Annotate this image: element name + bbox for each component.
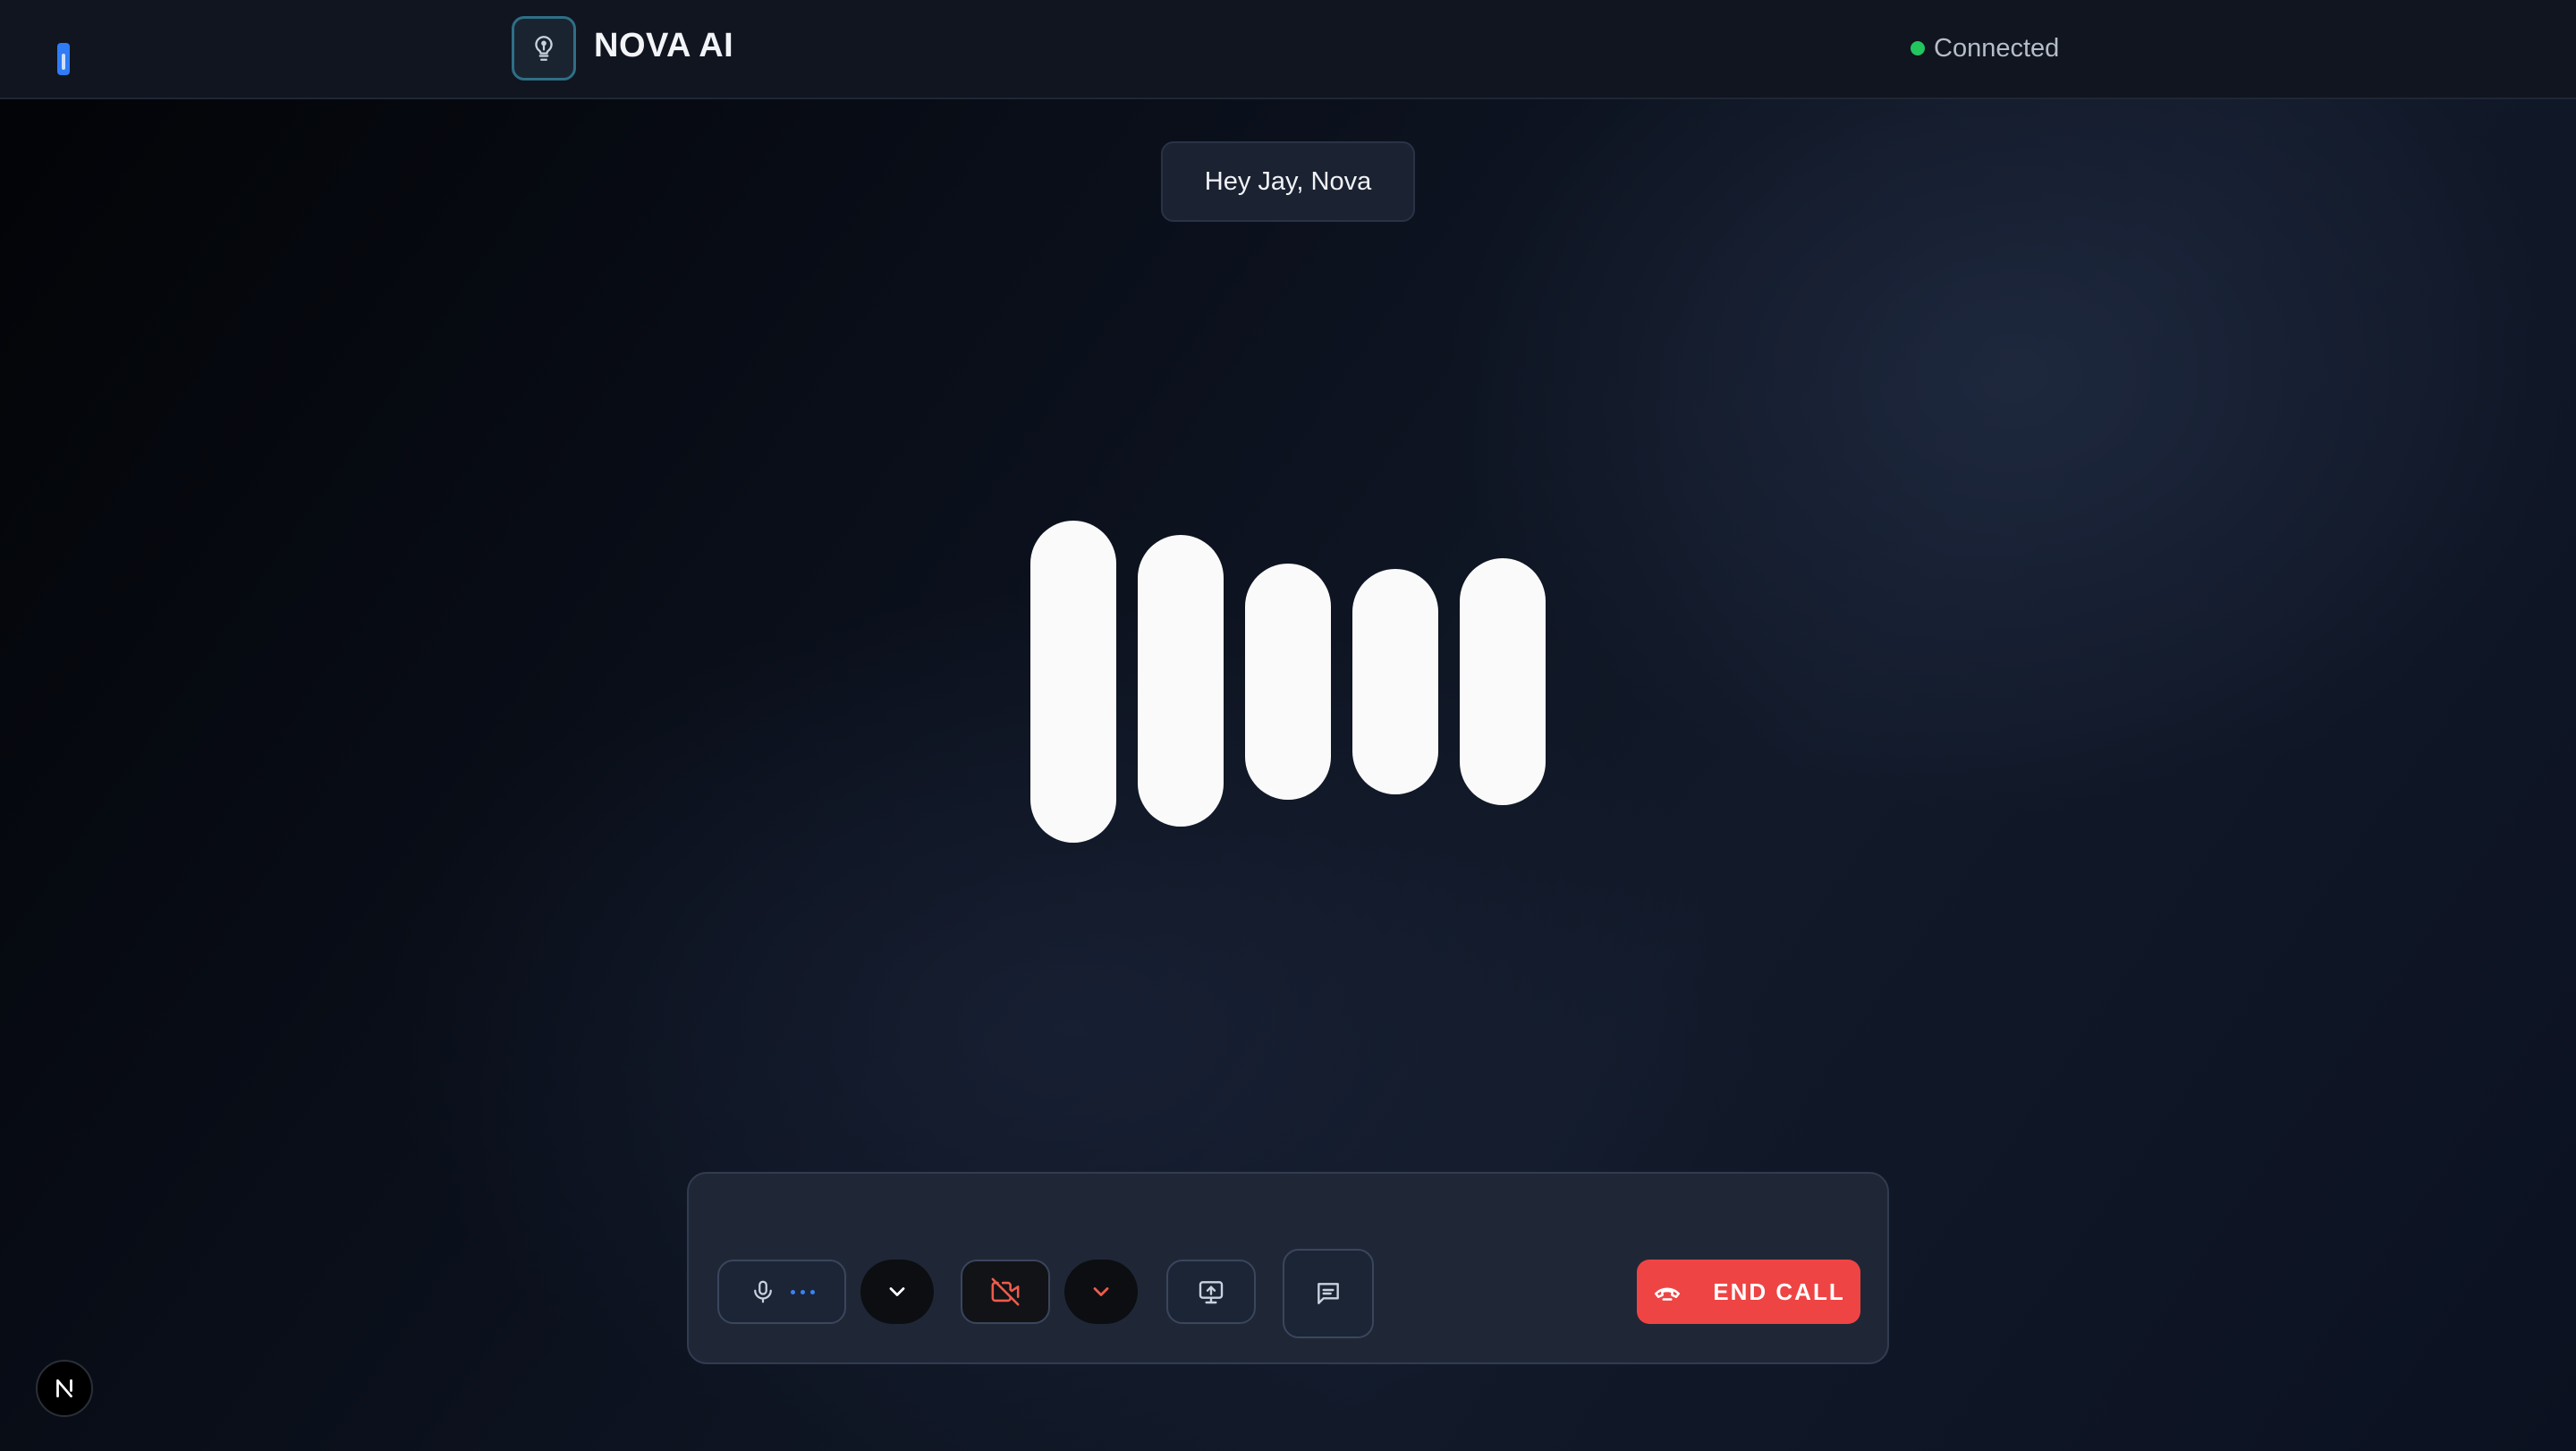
end-call-label: END CALL (1713, 1277, 1845, 1305)
audio-activity-dots-icon (790, 1289, 815, 1294)
connection-status: Connected (1911, 32, 2059, 64)
n-logo-icon (56, 1379, 72, 1398)
visualizer-bar (1138, 535, 1224, 827)
visualizer-bar (1030, 521, 1116, 843)
chat-icon (1318, 1283, 1339, 1304)
visualizer-bar (1352, 569, 1438, 794)
chevron-down-icon (1093, 1287, 1109, 1296)
chevron-down-icon (889, 1287, 905, 1296)
status-text: Connected (1934, 33, 2060, 63)
camera-dropdown-button[interactable] (1064, 1260, 1138, 1324)
indicator-icon (57, 43, 70, 75)
call-control-panel: END CALL (687, 1172, 1889, 1364)
phone-hangup-icon (1655, 1287, 1681, 1301)
logo-button[interactable] (512, 16, 576, 81)
end-call-button[interactable]: END CALL (1637, 1260, 1860, 1324)
camera-toggle-button[interactable] (961, 1260, 1050, 1324)
camera-off-icon (991, 1277, 1020, 1306)
visualizer-bar (1460, 558, 1546, 805)
microphone-icon (753, 1280, 772, 1303)
greeting-bubble: Hey Jay, Nova (1161, 141, 1415, 222)
visualizer-bar (1245, 564, 1331, 800)
mic-dropdown-button[interactable] (860, 1260, 934, 1324)
app-title: NOVA AI (594, 27, 734, 64)
screen-share-button[interactable] (1166, 1260, 1256, 1324)
top-bar: NOVA AI Connected (0, 0, 2576, 99)
n-logo-button[interactable] (36, 1360, 93, 1417)
screen-share-icon (1199, 1281, 1224, 1304)
status-dot-icon (1911, 41, 1925, 55)
lightbulb-icon (535, 36, 553, 61)
chat-button[interactable] (1283, 1249, 1374, 1338)
mic-toggle-button[interactable] (717, 1260, 846, 1324)
